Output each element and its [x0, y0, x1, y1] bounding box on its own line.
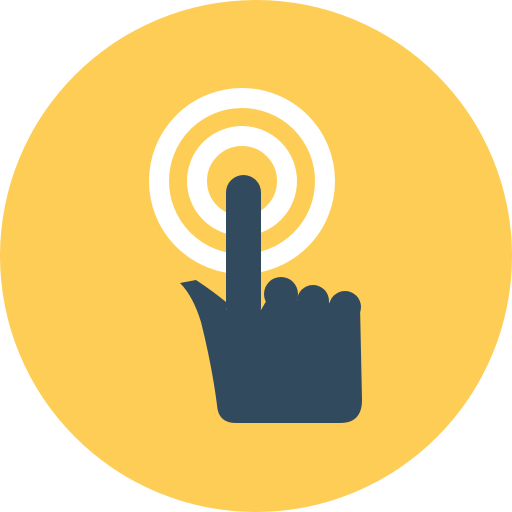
touch-tap-icon [0, 0, 512, 512]
index-finger [226, 175, 261, 325]
touch-icon-canvas [0, 0, 512, 512]
